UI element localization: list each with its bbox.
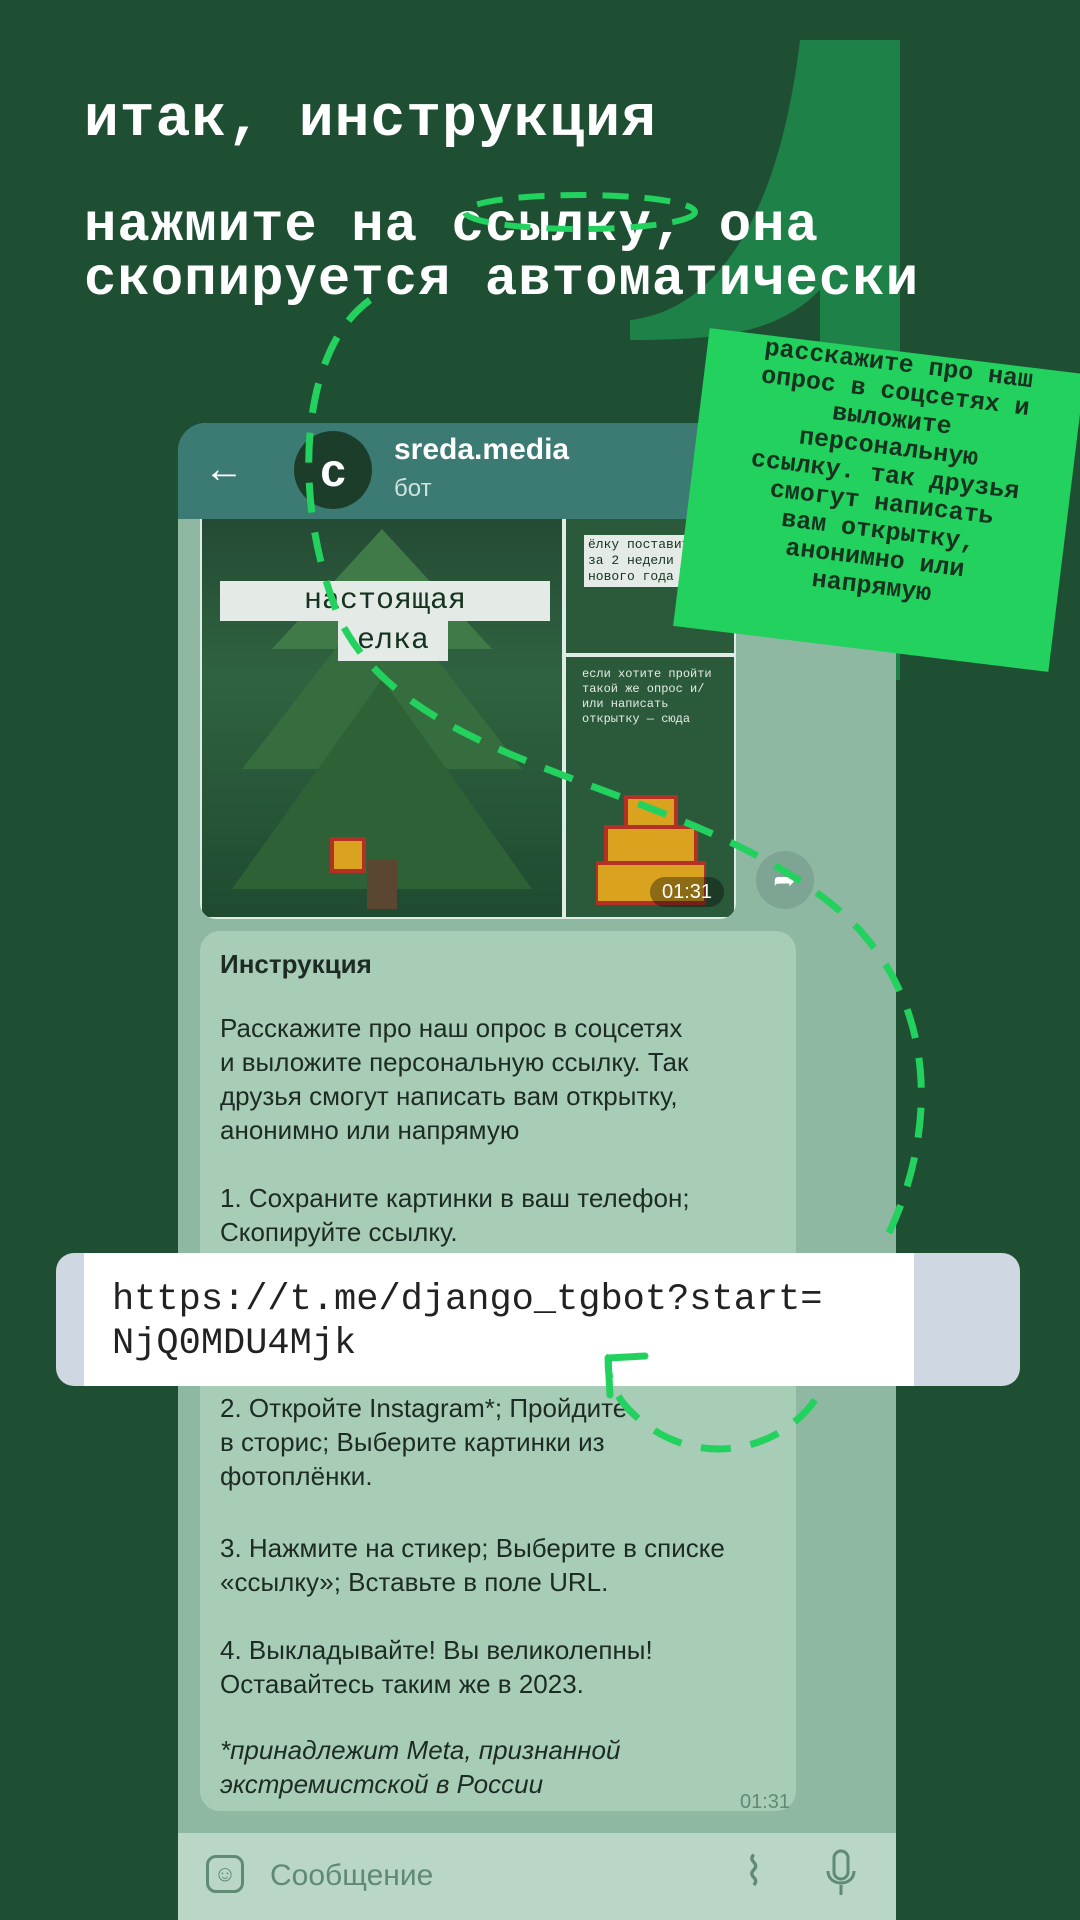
message-footnote: *принадлежит Meta, признанной экстремист… xyxy=(220,1735,621,1799)
chat-subtitle: бот xyxy=(394,475,432,502)
message-input[interactable]: Сообщение xyxy=(270,1859,433,1893)
message-step-1: 1. Сохраните картинки в ваш телефон; Ско… xyxy=(220,1183,690,1247)
share-icon[interactable]: ➦ xyxy=(756,851,814,909)
sticky-note-text: расскажите про наш опрос в соцсетях и вы… xyxy=(686,328,1080,623)
message-step-3: 3. Нажмите на стикер; Выберите в списке … xyxy=(220,1533,725,1597)
link-line-1: https://t.me/django_tgbot?start= xyxy=(112,1279,823,1321)
message-time: 01:31 xyxy=(740,1791,791,1813)
microphone-icon[interactable] xyxy=(824,1849,858,1899)
image-caption-line-1: настоящая xyxy=(220,581,550,621)
paperclip-icon[interactable]: ⌇ xyxy=(744,1849,764,1895)
phone-screenshot: ← c sreda.media бот настоящая елка ёлку … xyxy=(178,423,896,1920)
message-intro: Расскажите про наш опрос в соцсетях и вы… xyxy=(220,1013,689,1145)
headline: итак, инструкция xyxy=(84,88,657,153)
link-line-2: NjQ0MDU4Mjk xyxy=(112,1323,357,1365)
message-title: Инструкция xyxy=(220,949,372,979)
video-duration: 01:31 xyxy=(650,877,724,907)
media-album[interactable]: настоящая елка ёлку поставить за 2 недел… xyxy=(200,519,736,919)
chat-name[interactable]: sreda.media xyxy=(394,433,569,467)
subline-line-1: нажмите на ссылку, она xyxy=(84,196,819,257)
thumbnail-bottom-text: если хотите пройти такой же опрос и/или … xyxy=(582,667,712,726)
message-step-4: 4. Выкладывайте! Вы великолепны! Оставай… xyxy=(220,1635,653,1699)
thumbnail-bottom[interactable]: если хотите пройти такой же опрос и/или … xyxy=(566,657,734,917)
personal-link[interactable]: https://t.me/django_tgbot?start= NjQ0MDU… xyxy=(112,1278,823,1366)
avatar[interactable]: c xyxy=(294,431,372,509)
image-caption-line-2: елка xyxy=(338,621,448,661)
gift-box xyxy=(330,837,366,873)
message-input-bar: ☺ Сообщение ⌇ xyxy=(178,1833,896,1920)
subline-line-2: скопируется автоматически xyxy=(84,250,920,311)
sticker-icon[interactable]: ☺ xyxy=(206,1855,244,1893)
subline: нажмите на ссылку, она скопируется автом… xyxy=(84,200,919,308)
back-arrow-icon[interactable]: ← xyxy=(204,447,248,491)
message-step-2: 2. Откройте Instagram*; Пройдите в стори… xyxy=(220,1393,628,1491)
tree-image[interactable]: настоящая елка xyxy=(202,519,562,917)
